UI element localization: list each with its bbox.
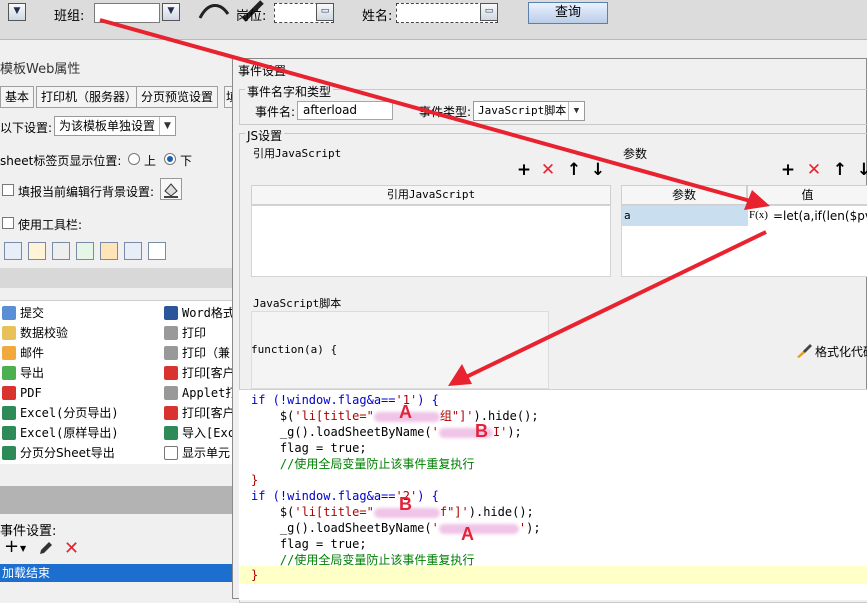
annotation-arrow-2: [463, 230, 767, 380]
annotation-arrow-1: [99, 18, 755, 204]
annotation-arrows: [99, 18, 770, 386]
